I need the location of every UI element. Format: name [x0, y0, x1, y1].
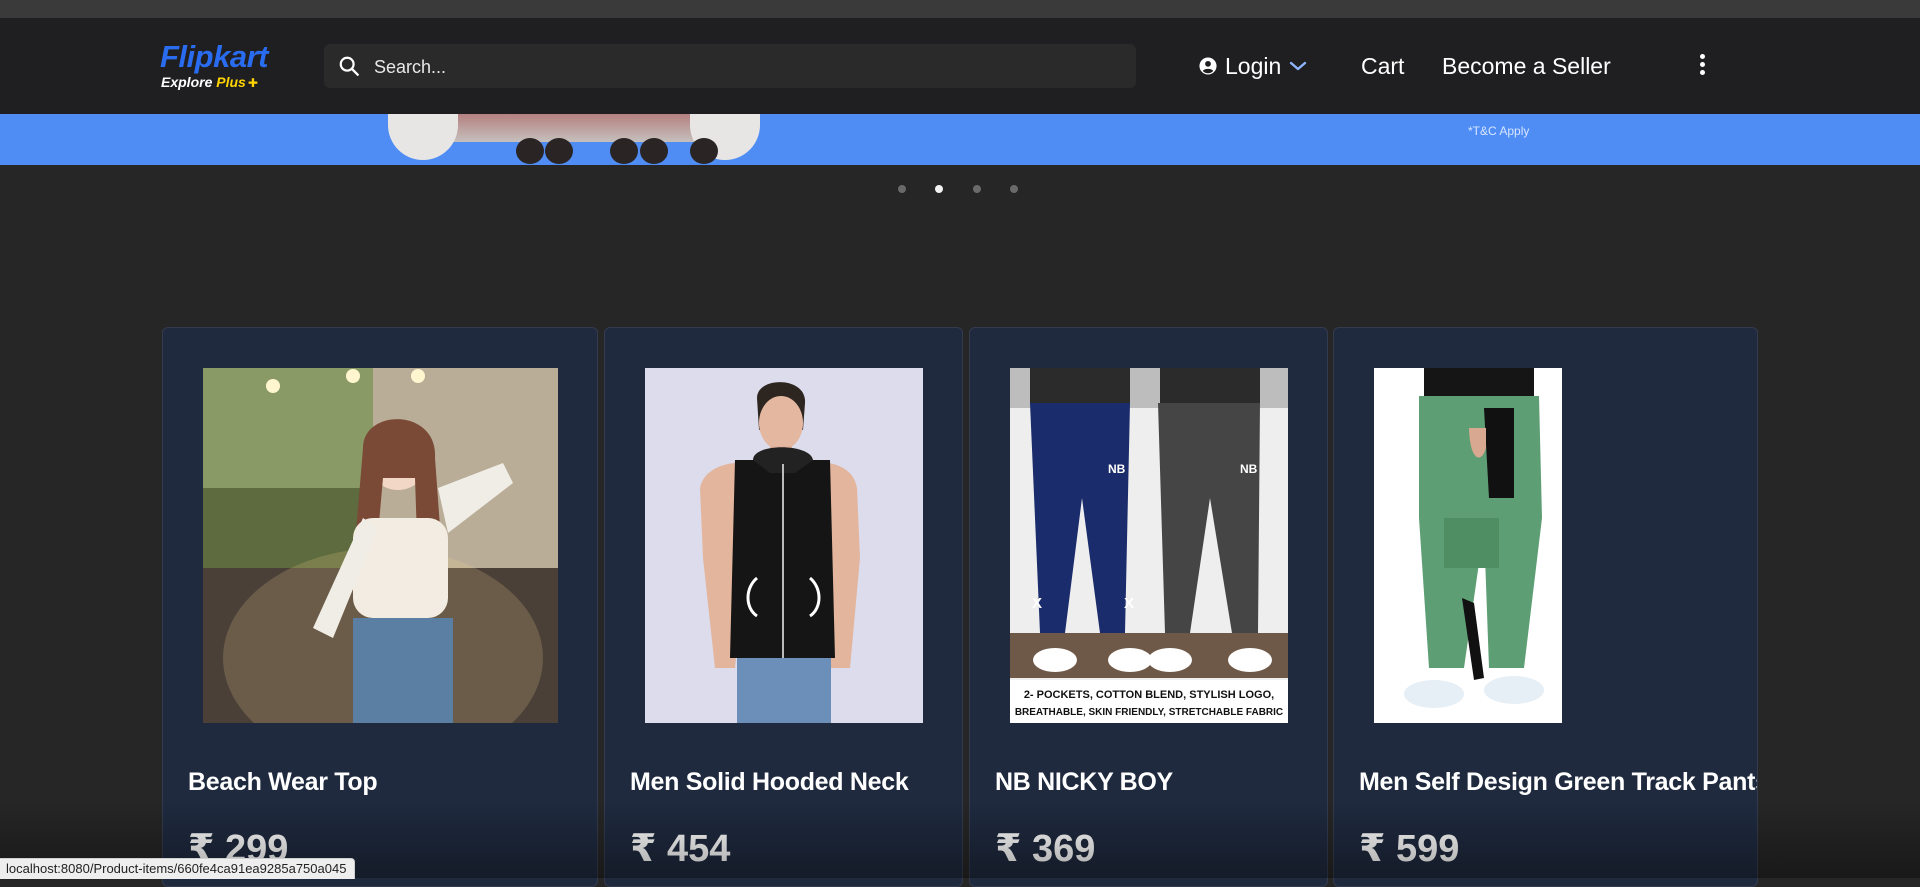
- svg-text:NB: NB: [1108, 462, 1126, 476]
- more-options-icon[interactable]: [1692, 52, 1712, 82]
- product-title: Men Solid Hooded Neck: [630, 768, 909, 796]
- product-price: ₹ 599: [1359, 826, 1459, 871]
- product-price-value: 369: [1032, 828, 1096, 870]
- banner-terms-note: *T&C Apply: [1468, 124, 1530, 138]
- become-seller-link[interactable]: Become a Seller: [1442, 52, 1611, 80]
- product-image-nb-nicky-boy: NB NB X X 2- POCKETS, COTTON BLEND, STYL…: [1010, 368, 1288, 723]
- product-title: Men Self Design Green Track Pants: [1359, 768, 1758, 796]
- chevron-down-icon: [1290, 61, 1307, 71]
- rupee-symbol: ₹: [995, 828, 1022, 870]
- search-icon: [339, 56, 359, 76]
- landing-gear-wheel: [545, 138, 573, 164]
- landing-gear-wheel: [610, 138, 638, 164]
- carousel-dot[interactable]: [898, 185, 906, 193]
- product-title: Beach Wear Top: [188, 768, 378, 796]
- product-price-value: 454: [667, 828, 731, 870]
- login-label: Login: [1225, 52, 1282, 79]
- product-card[interactable]: Men Solid Hooded Neck ₹ 454: [604, 327, 963, 887]
- landing-gear-wheel: [640, 138, 668, 164]
- image-caption-line-2: BREATHABLE, SKIN FRIENDLY, STRETCHABLE F…: [1015, 707, 1283, 718]
- promo-banner[interactable]: *T&C Apply: [0, 114, 1920, 165]
- cart-link[interactable]: Cart: [1361, 52, 1404, 80]
- image-caption-line-1: 2- POCKETS, COTTON BLEND, STYLISH LOGO,: [1024, 689, 1274, 701]
- user-circle-icon: [1199, 57, 1217, 75]
- rupee-symbol: ₹: [1359, 828, 1386, 870]
- product-image-men-green-track-pants: [1374, 368, 1562, 723]
- rupee-symbol: ₹: [630, 828, 657, 870]
- login-menu-button[interactable]: Login: [1199, 48, 1307, 84]
- search-bar: [324, 44, 1136, 90]
- svg-text:X: X: [1124, 595, 1134, 612]
- carousel-dot[interactable]: [1010, 185, 1018, 193]
- svg-text:X: X: [1032, 595, 1042, 612]
- logo-tagline-explore: Explore: [161, 74, 213, 90]
- browser-status-url: localhost:8080/Product-items/660fe4ca91e…: [0, 858, 356, 879]
- logo-tagline-plus: Plus: [216, 74, 246, 90]
- logo-wordmark: Flipkart: [160, 39, 268, 74]
- carousel-dot[interactable]: [973, 185, 981, 193]
- carousel-dot-active[interactable]: [935, 185, 943, 193]
- carousel-dots: [898, 185, 1018, 195]
- product-price: ₹ 454: [630, 826, 730, 871]
- product-title: NB NICKY BOY: [995, 768, 1173, 796]
- product-card[interactable]: NB NB X X 2- POCKETS, COTTON BLEND, STYL…: [969, 327, 1328, 887]
- product-image-beach-wear-top: [203, 368, 558, 723]
- top-navbar: Flipkart Explore Plus✚ Login Cart Become…: [0, 18, 1920, 114]
- search-input[interactable]: [372, 44, 1116, 90]
- product-price-value: 599: [1396, 828, 1460, 870]
- product-price: ₹ 369: [995, 826, 1095, 871]
- landing-gear-wheel: [690, 138, 718, 164]
- product-card[interactable]: Men Self Design Green Track Pants ₹ 599: [1333, 327, 1758, 887]
- svg-text:NB: NB: [1240, 462, 1258, 476]
- flipkart-logo[interactable]: Flipkart Explore Plus ✚: [160, 40, 280, 92]
- landing-gear-wheel: [516, 138, 544, 164]
- product-card[interactable]: Beach Wear Top ₹ 299: [162, 327, 598, 887]
- product-image-men-solid-hooded-neck: [645, 368, 923, 723]
- logo-tagline: Explore Plus ✚: [161, 74, 280, 91]
- plus-star-icon: ✚: [247, 76, 258, 90]
- airplane-engine-left: [388, 114, 458, 160]
- browser-chrome-strip: [0, 0, 1920, 18]
